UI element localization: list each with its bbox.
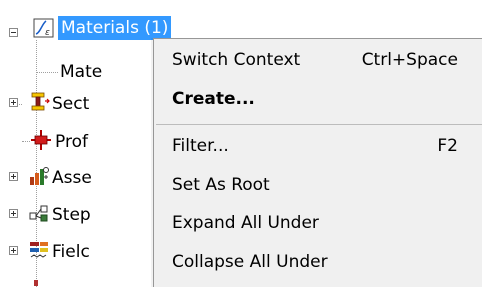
assembly-icon (30, 167, 49, 185)
menu-item-collapse-all-under[interactable]: Collapse All Under (154, 244, 482, 281)
sections-icon (31, 92, 50, 111)
context-menu: Switch Context Ctrl+Space Create... Filt… (153, 38, 482, 287)
menu-item-create[interactable]: Create... (154, 81, 482, 118)
menu-item-label: Expand All Under (172, 213, 319, 233)
menu-item-switch-context[interactable]: Switch Context Ctrl+Space (154, 42, 482, 79)
expand-toggle[interactable] (9, 172, 18, 181)
tree-item-sections[interactable]: Sect (52, 92, 89, 116)
steps-icon (29, 205, 48, 222)
menu-item-label: Create... (172, 89, 255, 109)
menu-item-filter[interactable]: Filter... F2 (154, 128, 482, 165)
tree-connector-line (36, 72, 58, 73)
svg-text:ε: ε (45, 28, 50, 38)
expand-toggle[interactable] (9, 98, 18, 107)
menu-item-shortcut: Ctrl+Space (361, 50, 458, 70)
field-output-icon (30, 242, 48, 258)
tree-item-material-child[interactable]: Mate (60, 60, 102, 84)
expand-toggle[interactable] (9, 246, 18, 255)
menu-item-label: Collapse All Under (172, 252, 328, 272)
profiles-icon (31, 130, 51, 150)
expand-toggle[interactable] (9, 209, 18, 218)
history-output-icon (34, 280, 38, 286)
tree-connector-line (22, 141, 30, 142)
menu-item-set-as-root[interactable]: Set As Root (154, 167, 482, 204)
tree-item-field-output[interactable]: Fielc (52, 240, 90, 264)
tree-item-assembly[interactable]: Asse (52, 166, 92, 190)
menu-item-label: Switch Context (172, 50, 301, 70)
tree-item-materials[interactable]: Materials (1) (58, 16, 172, 40)
menu-item-expand-all-under[interactable]: Expand All Under (154, 205, 482, 242)
tree-item-profiles[interactable]: Prof (55, 130, 88, 154)
materials-icon: ε (33, 18, 54, 38)
collapse-toggle[interactable] (9, 28, 18, 37)
menu-separator (156, 124, 482, 125)
menu-item-shortcut: F2 (437, 136, 458, 156)
menu-item-label: Set As Root (172, 175, 270, 195)
menu-item-label: Filter... (172, 136, 229, 156)
tree-item-steps[interactable]: Step (52, 203, 91, 227)
